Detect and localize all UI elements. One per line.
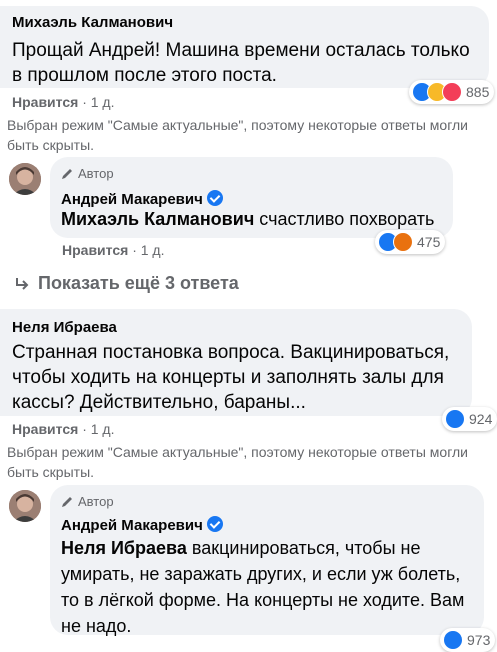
reply-author-name[interactable]: Андрей Макаревич [61, 191, 203, 208]
reply-text: Неля Ибраева вакцинироваться, чтобы не у… [61, 535, 481, 639]
reply-author: Андрей Макаревич [61, 516, 223, 534]
mention-link[interactable]: Михаэль Калманович [61, 209, 254, 229]
pencil-icon [60, 495, 74, 509]
author-photo [9, 163, 41, 195]
verified-badge-icon [206, 516, 223, 532]
comment-bubble: Неля Ибраева Странная постановка вопроса… [0, 309, 472, 416]
author-label: Автор [78, 166, 114, 181]
like-icon [443, 630, 463, 650]
reply-time[interactable]: · 1 д. [132, 242, 164, 258]
avatar[interactable] [9, 163, 41, 195]
comment-time[interactable]: · 1 д. [82, 421, 114, 437]
reaction-number: 885 [466, 84, 490, 100]
reply-author: Андрей Макаревич [61, 190, 223, 208]
comment-author[interactable]: Михаэль Калманович [12, 14, 173, 31]
author-tag: Автор [60, 166, 114, 181]
show-more-replies[interactable]: Показать ещё 3 ответа [14, 273, 239, 294]
comment-actions: Нравится · 1 д. [12, 421, 114, 437]
comment-author[interactable]: Неля Ибраева [12, 319, 117, 336]
like-button[interactable]: Нравится [12, 421, 78, 437]
angry-icon [393, 232, 413, 252]
reaction-count[interactable]: 924 [442, 407, 497, 431]
hidden-replies-note: Выбран режим "Самые актуальные", поэтому… [7, 444, 468, 480]
reaction-count[interactable]: 885 [409, 80, 495, 104]
like-button[interactable]: Нравится [62, 242, 128, 258]
reply-text: Михаэль Калманович счастливо похворать [61, 207, 451, 232]
like-icon [445, 409, 465, 429]
pencil-icon [60, 167, 74, 181]
comment-text: Прощай Андрей! Машина времени осталась т… [12, 40, 470, 86]
reaction-count[interactable]: 973 [440, 628, 496, 652]
reply-actions: Нравится · 1 д. [62, 242, 164, 258]
reaction-number: 973 [467, 632, 491, 648]
author-label: Автор [78, 494, 114, 509]
comment-text: Странная постановка вопроса. Вакцинирова… [12, 342, 450, 413]
avatar[interactable] [9, 490, 41, 522]
reaction-number: 924 [469, 411, 493, 427]
author-photo [9, 490, 41, 522]
like-button[interactable]: Нравится [12, 94, 78, 110]
verified-badge-icon [206, 190, 223, 206]
comment-time[interactable]: · 1 д. [82, 94, 114, 110]
comment-bubble: Михаэль Калманович Прощай Андрей! Машина… [0, 6, 489, 88]
reply-author-name[interactable]: Андрей Макаревич [61, 517, 203, 534]
hidden-replies-note: Выбран режим "Самые актуальные", поэтому… [7, 117, 468, 153]
reaction-count[interactable]: 475 [375, 230, 446, 254]
reaction-number: 475 [417, 234, 441, 250]
author-tag: Автор [60, 494, 114, 509]
mention-link[interactable]: Неля Ибраева [61, 538, 187, 558]
reply-arrow-icon [14, 276, 30, 292]
comment-actions: Нравится · 1 д. [12, 94, 114, 110]
show-more-label[interactable]: Показать ещё 3 ответа [38, 273, 239, 294]
reply-bubble: Автор Андрей Макаревич Михаэль Калманови… [50, 157, 453, 238]
reply-bubble: Автор Андрей Макаревич Неля Ибраева вакц… [50, 485, 484, 636]
love-icon [442, 82, 462, 102]
reply-body: счастливо похворать [254, 209, 435, 229]
